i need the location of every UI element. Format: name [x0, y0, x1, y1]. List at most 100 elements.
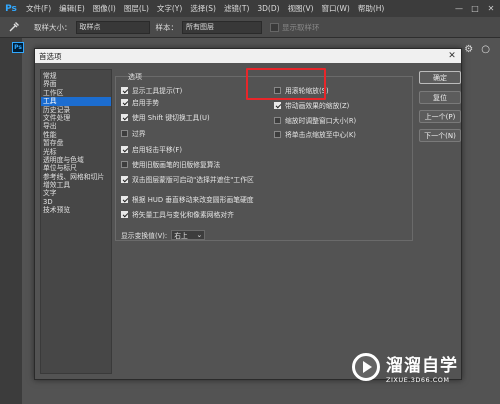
nav-item-tools[interactable]: 工具 — [41, 97, 111, 106]
nav-item-history[interactable]: 历史记录 — [41, 106, 111, 114]
preferences-nav: 常规 界面 工作区 工具 历史记录 文件处理 导出 性能 暂存盘 光标 透明度与… — [40, 69, 112, 374]
sample-label: 样本： — [155, 22, 179, 32]
menu-file[interactable]: 文件(F) — [22, 3, 55, 14]
checkbox[interactable] — [121, 113, 128, 121]
checkbox[interactable] — [274, 130, 281, 138]
checkbox[interactable] — [121, 129, 128, 137]
menu-bar: Ps 文件(F) 编辑(E) 图像(I) 图层(L) 文字(Y) 选择(S) 滤… — [0, 0, 500, 17]
checkbox[interactable] — [121, 145, 128, 153]
prev-button[interactable]: 上一个(P) — [419, 110, 461, 123]
red-highlight-box — [246, 68, 326, 100]
right-toolbar: ⚙ ○ — [464, 44, 490, 55]
menu-window[interactable]: 窗口(W) — [318, 3, 354, 14]
close-window-button[interactable]: ✕ — [484, 0, 498, 17]
sample-size-select[interactable]: 取样点 — [75, 20, 150, 34]
minimize-button[interactable]: — — [452, 0, 466, 17]
sample-size-label: 取样大小： — [34, 22, 72, 32]
dialog-titlebar: 首选项 ✕ — [35, 49, 461, 63]
reset-button[interactable]: 复位 — [419, 91, 461, 104]
option-overscroll[interactable]: 过界 — [121, 128, 146, 138]
nav-item-interface[interactable]: 界面 — [41, 80, 111, 88]
show-ring-label: 显示取样环 — [282, 22, 320, 32]
option-label: 将矢量工具与变化和像素网格对齐 — [132, 211, 234, 219]
checkbox[interactable] — [121, 175, 128, 183]
next-button[interactable]: 下一个(N) — [419, 129, 461, 142]
transform-values-row: 显示变换值(V): 右上 ⌄ — [121, 230, 206, 240]
option-label: 启用手势 — [132, 99, 160, 107]
watermark-url: ZIXUE.3D66.COM — [386, 375, 450, 384]
options-bar: 取样大小： 取样点 样本： 所有图层 显示取样环 — [0, 17, 500, 38]
option-label: 使用 Shift 键切换工具(U) — [132, 114, 210, 122]
preferences-dialog: 首选项 ✕ 常规 界面 工作区 工具 历史记录 文件处理 导出 性能 暂存盘 光… — [34, 48, 462, 380]
nav-item-3d[interactable]: 3D — [41, 198, 111, 206]
option-label: 根据 HUD 垂直移动来改变圆形画笔硬度 — [132, 196, 254, 204]
menu-layer[interactable]: 图层(L) — [120, 3, 153, 14]
ps-panel-icon[interactable]: Ps — [12, 42, 24, 53]
menu-type[interactable]: 文字(Y) — [153, 3, 186, 14]
gear-icon[interactable]: ⚙ — [464, 44, 473, 55]
sample-select[interactable]: 所有图层 — [182, 20, 262, 34]
option-show-tooltips[interactable]: 显示工具提示(T) — [121, 85, 182, 95]
nav-item-performance[interactable]: 性能 — [41, 131, 111, 139]
checkbox[interactable] — [121, 195, 128, 203]
option-label: 启用轻击平移(F) — [132, 146, 182, 154]
nav-item-workspace[interactable]: 工作区 — [41, 89, 111, 97]
nav-item-export[interactable]: 导出 — [41, 122, 111, 130]
menu-select[interactable]: 选择(S) — [186, 3, 220, 14]
checkbox[interactable] — [121, 160, 128, 168]
watermark-title: 溜溜自学 — [386, 355, 458, 376]
menu-view[interactable]: 视图(V) — [284, 3, 318, 14]
ok-button[interactable]: 确定 — [419, 71, 461, 84]
option-zoom-clicked-point[interactable]: 将单击点缩放至中心(K) — [274, 129, 356, 139]
option-label: 显示工具提示(T) — [132, 87, 183, 95]
play-icon — [352, 353, 380, 381]
menu-edit[interactable]: 编辑(E) — [55, 3, 89, 14]
option-label: 双击图层蒙版可启动"选择并遮住"工作区 — [132, 176, 254, 184]
option-label: 带动画效果的缩放(Z) — [285, 102, 350, 110]
option-label: 缩放时调整窗口大小(R) — [285, 117, 357, 125]
sample-value: 所有图层 — [186, 23, 214, 31]
menu-filter[interactable]: 滤镜(T) — [220, 3, 253, 14]
dialog-title: 首选项 — [39, 51, 62, 61]
option-double-click-mask[interactable]: 双击图层蒙版可启动"选择并遮住"工作区 — [121, 174, 254, 184]
option-label: 过界 — [132, 130, 146, 138]
menu-image[interactable]: 图像(I) — [89, 3, 120, 14]
transform-values-label: 显示变换值(V): — [121, 232, 168, 240]
close-icon[interactable]: ✕ — [447, 49, 457, 63]
option-hud-brush-hardness[interactable]: 根据 HUD 垂直移动来改变圆形画笔硬度 — [121, 194, 254, 204]
nav-item-type[interactable]: 文字 — [41, 189, 111, 197]
option-zoom-resizes-windows[interactable]: 缩放时调整窗口大小(R) — [274, 115, 356, 125]
checkbox[interactable] — [274, 116, 281, 124]
menu-help[interactable]: 帮助(H) — [354, 3, 389, 14]
option-label: 使用旧版画笔的旧版修复算法 — [132, 161, 221, 169]
option-legacy-healing[interactable]: 使用旧版画笔的旧版修复算法 — [121, 159, 220, 169]
sample-size-value: 取样点 — [79, 23, 101, 31]
search-icon[interactable]: ○ — [481, 44, 490, 55]
tools-panel — [0, 38, 22, 404]
option-snap-vector-tools[interactable]: 将矢量工具与变化和像素网格对齐 — [121, 209, 234, 219]
option-flick-panning[interactable]: 启用轻击平移(F) — [121, 144, 182, 154]
option-shift-switch-tool[interactable]: 使用 Shift 键切换工具(U) — [121, 112, 210, 122]
nav-item-cursors[interactable]: 光标 — [41, 148, 111, 156]
chevron-down-icon: ⌄ — [196, 231, 203, 239]
watermark: 溜溜自学 ZIXUE.3D66.COM — [352, 342, 492, 392]
options-group-title: 选项 — [128, 73, 142, 81]
eyedropper-icon[interactable] — [0, 17, 28, 38]
nav-item-tech-preview[interactable]: 技术预览 — [41, 206, 111, 214]
show-ring-checkbox[interactable] — [270, 22, 279, 32]
nav-item-guides[interactable]: 参考线、网格和切片 — [41, 173, 111, 181]
checkbox[interactable] — [121, 98, 128, 106]
option-enable-gestures[interactable]: 启用手势 — [121, 97, 159, 107]
nav-item-units[interactable]: 单位与标尺 — [41, 164, 111, 172]
nav-item-general[interactable]: 常规 — [41, 72, 111, 80]
transform-values-select[interactable]: 右上 ⌄ — [171, 230, 206, 240]
option-animated-zoom[interactable]: 带动画效果的缩放(Z) — [274, 100, 349, 110]
nav-item-scratch-disks[interactable]: 暂存盘 — [41, 139, 111, 147]
checkbox[interactable] — [274, 101, 281, 109]
checkbox[interactable] — [121, 210, 128, 218]
menu-3d[interactable]: 3D(D) — [253, 4, 283, 13]
transform-values-value: 右上 — [174, 232, 188, 240]
maximize-button[interactable]: □ — [468, 0, 482, 17]
option-label: 将单击点缩放至中心(K) — [285, 131, 356, 139]
checkbox[interactable] — [121, 86, 128, 94]
